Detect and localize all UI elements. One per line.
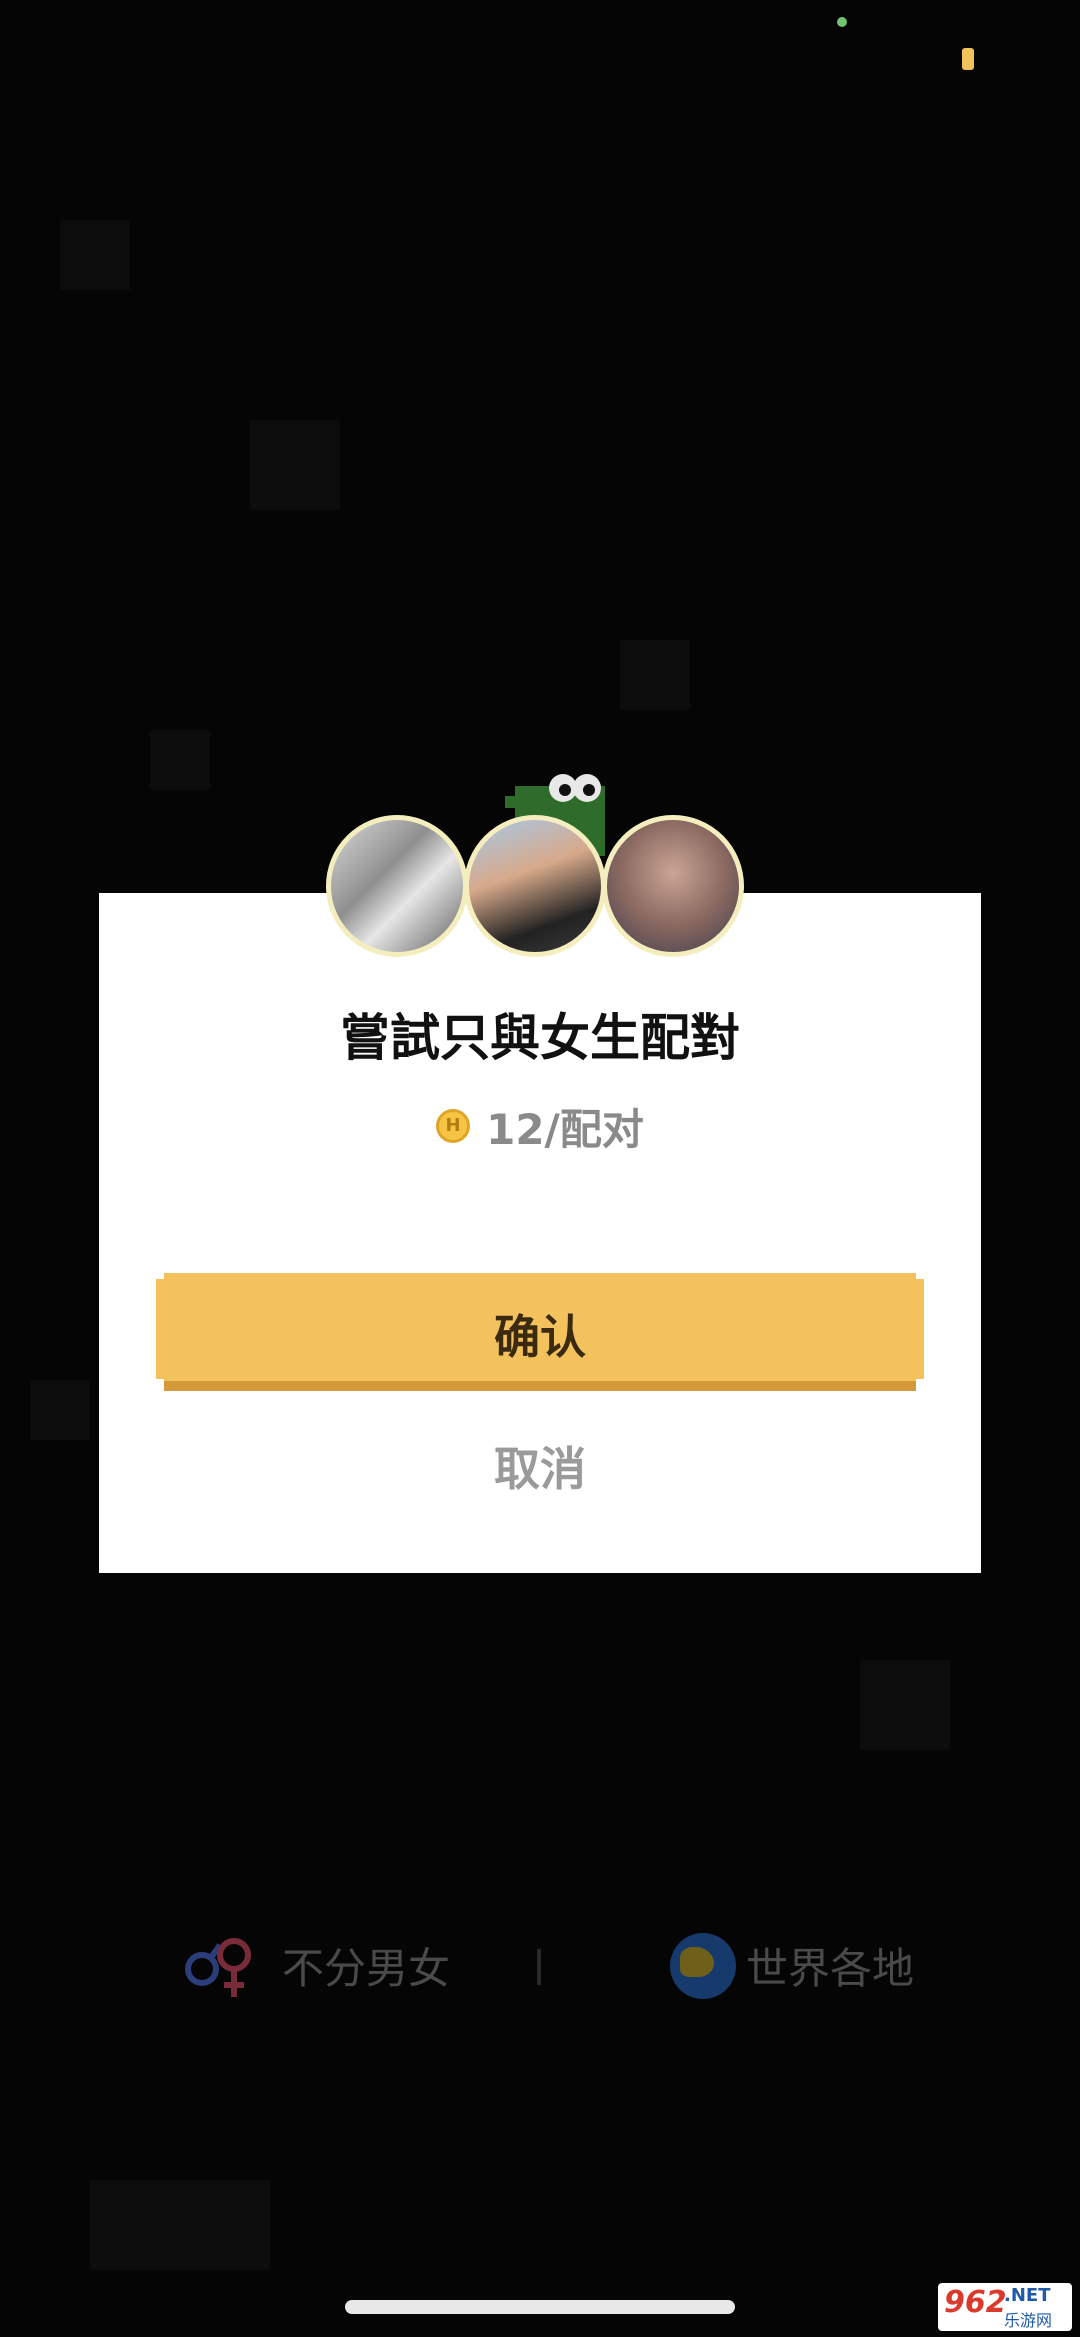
- home-indicator[interactable]: [345, 2300, 735, 2314]
- bg-tile: [620, 640, 690, 710]
- camera-indicator-icon: [837, 17, 847, 27]
- coin-icon-letter: H: [445, 1115, 461, 1136]
- dialog-title: 嘗試只與女生配對: [340, 1009, 740, 1067]
- filter-divider: [537, 1949, 541, 1985]
- avatar-group: [326, 815, 756, 970]
- gender-filter-label[interactable]: 不分男女: [282, 1935, 450, 1996]
- battery-icon: [962, 48, 974, 70]
- bg-tile: [60, 220, 130, 290]
- avatar: [464, 815, 606, 957]
- bg-tile: [860, 1660, 950, 1750]
- match-filter-dialog: 嘗試只與女生配對 H 12/配对 确认 取消: [99, 893, 981, 1573]
- bg-tile: [250, 420, 340, 510]
- confirm-button-label: 确认: [494, 1310, 586, 1364]
- bg-tile: [90, 2180, 270, 2270]
- bg-tile: [150, 730, 210, 790]
- match-filter-bar: 不分男女 世界各地: [0, 1925, 1080, 2005]
- confirm-button[interactable]: 确认: [156, 1273, 924, 1391]
- globe-icon[interactable]: [670, 1933, 736, 1999]
- region-filter-label[interactable]: 世界各地: [746, 1935, 914, 1996]
- avatar: [602, 815, 744, 957]
- gender-icon[interactable]: [178, 1925, 258, 2005]
- site-watermark: 962 .NET 乐游网: [938, 2283, 1072, 2331]
- avatar: [326, 815, 468, 957]
- cancel-button[interactable]: 取消: [390, 1433, 690, 1503]
- bg-tile: [30, 1380, 90, 1440]
- price-row: H 12/配对: [99, 1096, 981, 1156]
- watermark-suffix: .NET: [1004, 2285, 1051, 2306]
- price-text: 12/配对: [486, 1104, 644, 1154]
- watermark-brand: 962: [944, 2285, 1007, 2320]
- coin-icon: H: [436, 1109, 471, 1143]
- watermark-subtitle: 乐游网: [1004, 2311, 1053, 2330]
- screen: 不分男女 世界各地 嘗試只與女生配對 H 12/配对 确认 取消 962 .NE…: [0, 0, 1080, 2337]
